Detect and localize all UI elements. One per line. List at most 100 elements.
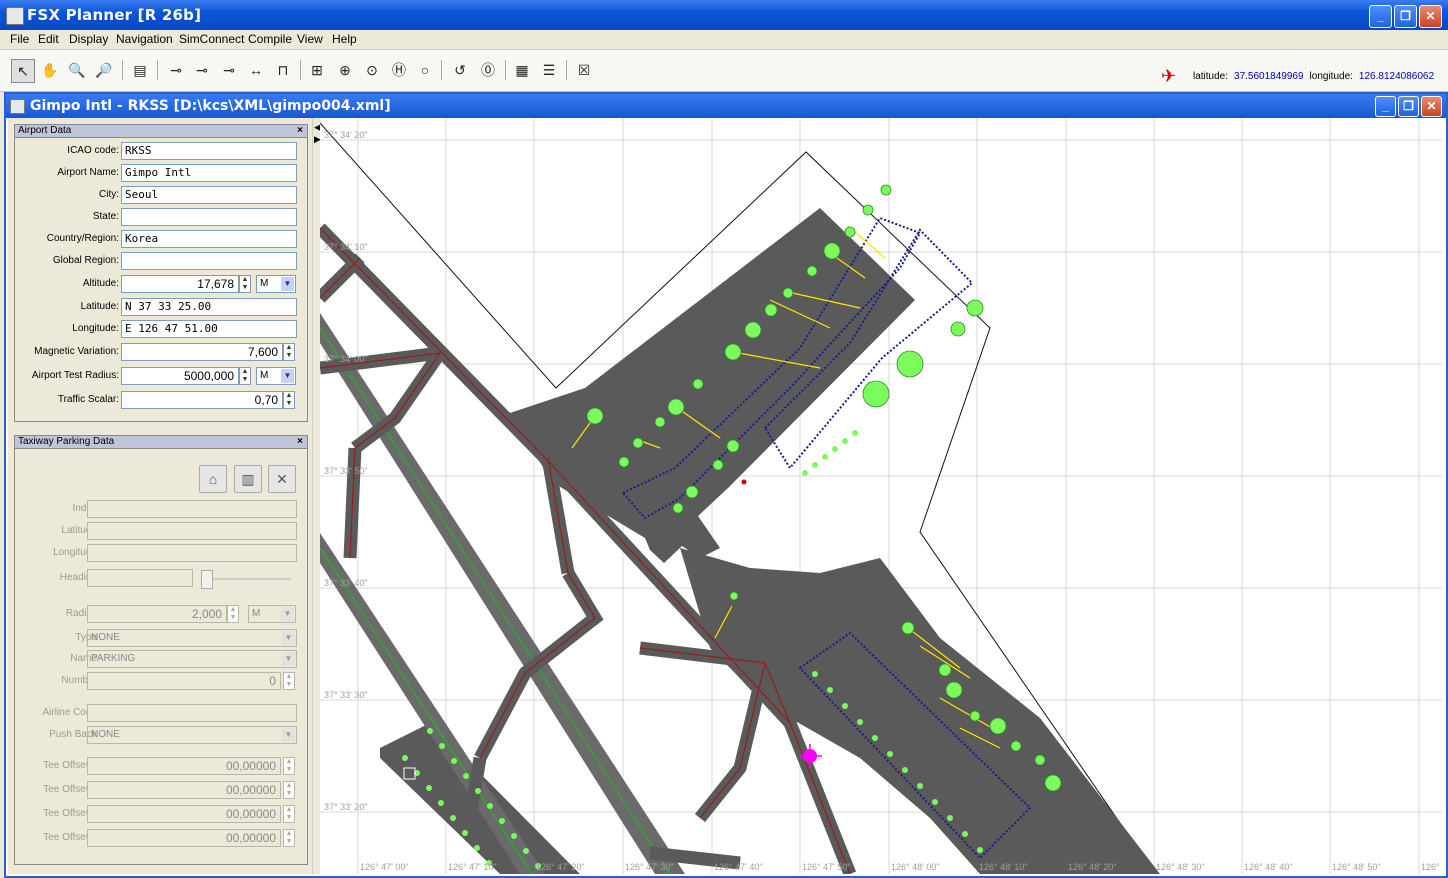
number-input[interactable]: 0 xyxy=(87,672,281,690)
lat-label-2: 37° 34' 10" xyxy=(324,242,368,252)
test-radius-spinner[interactable]: ▲ ▼ xyxy=(239,367,251,385)
hold-short-icon[interactable]: ⊞ xyxy=(306,59,328,81)
global-region-row: Global Region: xyxy=(15,251,307,271)
lon-label-2: 126° 47' 10" xyxy=(448,862,497,872)
magvar-row: Magnetic Variation: 7,600 ▲ ▼ xyxy=(15,342,307,362)
traffic-input[interactable]: 0,70 xyxy=(121,391,283,409)
restore-icon[interactable]: ❐ xyxy=(1394,5,1417,28)
menu-simconnect[interactable]: SimConnect xyxy=(179,32,244,46)
ils-icon[interactable]: ⊸ xyxy=(191,59,213,81)
java-app-icon xyxy=(6,7,24,25)
helipad-h-icon[interactable]: Ⓗ xyxy=(388,59,410,81)
test-radius-label: Airport Test Radius: xyxy=(31,370,119,381)
tee2-spinner[interactable]: ▲ ▼ xyxy=(283,781,295,799)
tee3-spinner[interactable]: ▲ ▼ xyxy=(283,805,295,823)
close-panel-icon[interactable]: × xyxy=(297,125,303,137)
vor-icon[interactable]: ⊸ xyxy=(165,59,187,81)
tee1-spinner[interactable]: ▲ ▼ xyxy=(283,757,295,775)
menu-edit[interactable]: Edit xyxy=(38,32,59,46)
menu-display[interactable]: Display xyxy=(69,32,108,46)
icao-input[interactable]: RKSS xyxy=(121,142,297,160)
heading-slider[interactable] xyxy=(205,578,291,580)
delete-box-icon[interactable]: ☒ xyxy=(573,59,595,81)
state-input[interactable] xyxy=(121,208,297,226)
map-drawing[interactable]: 37° 34' 20" 37° 34' 10" 37° 34' 00" 37° … xyxy=(320,118,1442,874)
number-spinner[interactable]: ▲ ▼ xyxy=(283,672,295,690)
p-longitude-row: Longitude xyxy=(15,543,307,563)
menu-navigation[interactable]: Navigation xyxy=(116,32,173,46)
minimize-icon[interactable]: _ xyxy=(1369,5,1392,28)
magvar-input[interactable]: 7,600 xyxy=(121,343,283,361)
magvar-spinner[interactable]: ▲ ▼ xyxy=(283,343,295,361)
tee3-input[interactable]: 00,00000 xyxy=(87,805,281,823)
pushback-row: Push Back NONE ▼ xyxy=(15,725,307,745)
close-panel-icon[interactable]: × xyxy=(297,436,303,448)
altitude-input[interactable]: 17,678 xyxy=(121,275,239,293)
doc-restore-icon[interactable]: ❐ xyxy=(1398,96,1419,117)
chevron-down-icon: ▼ xyxy=(282,631,295,645)
helipad-circle-icon[interactable]: ⊙ xyxy=(361,59,383,81)
taxi-sign-icon[interactable]: ⊓ xyxy=(272,59,294,81)
delete-parking-icon[interactable]: ✕ xyxy=(268,465,296,493)
p-longitude-input[interactable] xyxy=(87,544,297,562)
latitude-input[interactable]: N 37 33 25.00 xyxy=(121,298,297,316)
menu-file[interactable]: File xyxy=(10,32,29,46)
pushback-select[interactable]: NONE ▼ xyxy=(87,726,297,744)
lat-label-6: 37° 33' 30" xyxy=(324,690,368,700)
pan-hand-icon[interactable]: ✋ xyxy=(39,59,61,81)
doc-close-icon[interactable]: ✕ xyxy=(1421,96,1442,117)
altitude-unit-select[interactable]: M ▼ xyxy=(256,275,296,293)
radius-unit-select[interactable]: M ▼ xyxy=(248,605,296,623)
label-icon[interactable]: ⓪ xyxy=(477,59,499,81)
start-icon[interactable]: ⊕ xyxy=(334,59,356,81)
radius-spinner[interactable]: ▲ ▼ xyxy=(227,605,239,623)
marker-icon[interactable]: ↔ xyxy=(245,59,267,81)
side-panels: Airport Data × ICAO code: RKSS Airport N… xyxy=(8,118,312,874)
country-input[interactable]: Korea xyxy=(121,230,297,248)
country-row: Country/Region: Korea xyxy=(15,229,307,249)
menu-view[interactable]: View xyxy=(297,32,323,46)
zoom-in-icon[interactable]: 🔍 xyxy=(66,59,88,81)
p-latitude-input[interactable] xyxy=(87,522,297,540)
name-select[interactable]: PARKING ▼ xyxy=(87,650,297,668)
type-select[interactable]: NONE ▼ xyxy=(87,629,297,647)
radius-input[interactable]: 2,000 xyxy=(87,605,227,623)
zoom-out-icon[interactable]: 🔎 xyxy=(93,59,115,81)
lon-label-3: 126° 47' 20" xyxy=(536,862,585,872)
lon-label-11: 126° 48' 40" xyxy=(1244,862,1293,872)
airline-input[interactable] xyxy=(87,704,297,722)
tee2-input[interactable]: 00,00000 xyxy=(87,781,281,799)
altitude-spinner[interactable]: ▲ ▼ xyxy=(239,275,251,293)
test-radius-input[interactable]: 5000,000 xyxy=(121,367,239,385)
document-title: Gimpo Intl - RKSS [D:\kcs\XML\gimpo004.x… xyxy=(30,98,391,114)
parking-jetway-icon[interactable]: ▥ xyxy=(234,465,262,493)
menu-help[interactable]: Help xyxy=(332,32,357,46)
menu-bar: File Edit Display Navigation SimConnect … xyxy=(0,30,1448,50)
properties-icon[interactable]: ▤ xyxy=(129,59,151,81)
close-icon[interactable]: ✕ xyxy=(1419,5,1442,28)
city-input[interactable]: Seoul xyxy=(121,186,297,204)
tee4-spinner[interactable]: ▲ ▼ xyxy=(283,829,295,847)
heading-slider-thumb[interactable] xyxy=(201,570,213,589)
traffic-label: Traffic Scalar: xyxy=(57,394,119,405)
ndb-icon[interactable]: ⊸ xyxy=(218,59,240,81)
parking-gate-icon[interactable]: ⌂ xyxy=(199,465,227,493)
lasso-icon[interactable]: ↺ xyxy=(449,59,471,81)
menu-compile[interactable]: Compile xyxy=(248,32,292,46)
index-input[interactable] xyxy=(87,500,297,518)
circle-icon[interactable]: ○ xyxy=(414,59,436,81)
longitude-input[interactable]: E 126 47 51.00 xyxy=(121,320,297,338)
fence-icon[interactable]: ☰ xyxy=(538,59,560,81)
test-radius-unit-select[interactable]: M ▼ xyxy=(256,367,296,385)
global-region-input[interactable] xyxy=(121,252,297,270)
airport-map-canvas[interactable]: 37° 34' 20" 37° 34' 10" 37° 34' 00" 37° … xyxy=(320,118,1442,874)
test-radius-row: Airport Test Radius: 5000,000 ▲ ▼ M ▼ xyxy=(15,366,307,386)
tee4-input[interactable]: 00,00000 xyxy=(87,829,281,847)
heading-input[interactable] xyxy=(87,569,193,587)
doc-minimize-icon[interactable]: _ xyxy=(1375,96,1396,117)
tee1-input[interactable]: 00,00000 xyxy=(87,757,281,775)
traffic-spinner[interactable]: ▲ ▼ xyxy=(283,391,295,409)
airport-name-input[interactable]: Gimpo Intl xyxy=(121,164,297,182)
apron-icon[interactable]: ▦ xyxy=(511,59,533,81)
select-arrow-icon[interactable]: ↖ xyxy=(11,59,35,83)
